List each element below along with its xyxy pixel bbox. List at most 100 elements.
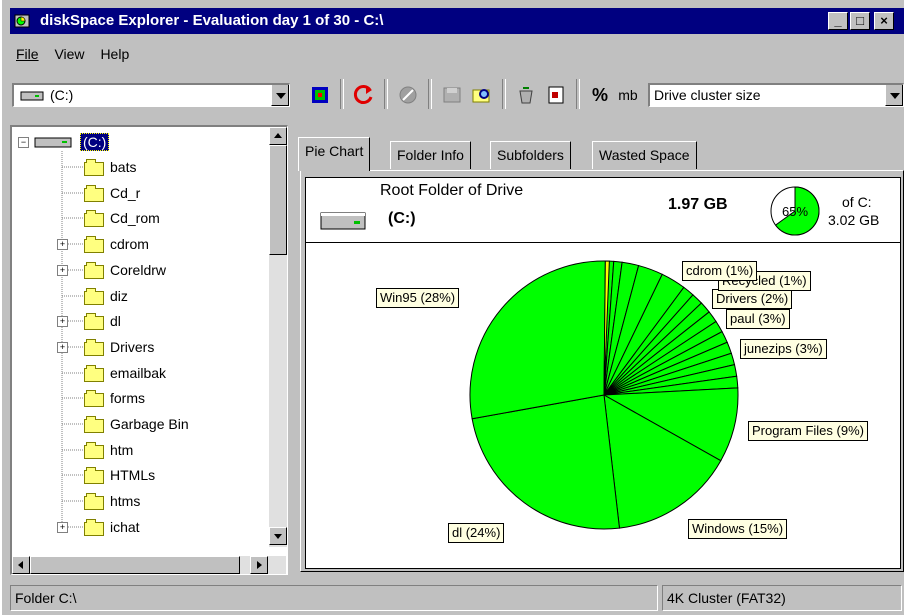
tree-item[interactable]: + Drivers: [12, 337, 266, 361]
pie-chart-area: Win95 (28%) dl (24%) Windows (15%) Progr…: [305, 243, 901, 569]
stop-button[interactable]: [394, 81, 422, 109]
recycle-bin-button[interactable]: [512, 81, 540, 109]
tree-item[interactable]: Garbage Bin: [12, 414, 266, 438]
find-icon: [472, 89, 490, 103]
tree-root-label[interactable]: (C:): [80, 133, 110, 151]
folder-tree[interactable]: − (C:) bats Cd_r Cd_rom + cdrom + Coreldrw diz +…: [10, 125, 288, 575]
minimize-button[interactable]: _: [828, 12, 848, 30]
expand-icon[interactable]: +: [57, 316, 68, 328]
folder-icon: [84, 184, 104, 202]
tree-item[interactable]: bats: [12, 157, 266, 181]
detail-panel: Pie Chart Folder Info Subfolders Wasted …: [292, 125, 904, 575]
drive-combo-dropdown-icon[interactable]: [271, 85, 289, 106]
folder-icon: [84, 416, 104, 433]
menu-help[interactable]: Help: [94, 44, 135, 64]
drive-combo[interactable]: (C:): [12, 83, 290, 107]
toolbar-separator: [502, 79, 506, 109]
slice-label: Drivers (2%): [712, 289, 793, 309]
tree-item-label: htm: [110, 441, 134, 458]
status-cluster: 4K Cluster (FAT32): [662, 585, 902, 611]
maximize-button[interactable]: □: [850, 12, 870, 30]
tab-pie-chart[interactable]: Pie Chart: [298, 137, 371, 171]
folder-icon: [84, 159, 104, 176]
slice-label: dl (24%): [448, 523, 505, 543]
folder-icon: [84, 364, 104, 382]
tree-item-label: Drivers: [110, 338, 155, 355]
properties-button[interactable]: [542, 81, 570, 109]
tree-item[interactable]: HTMLs: [12, 465, 266, 489]
folder-icon: [84, 236, 104, 254]
tree-item[interactable]: forms: [12, 388, 266, 412]
tree-item-label: Cd_rom: [110, 210, 160, 227]
tree-item[interactable]: htm: [12, 440, 266, 464]
tree-item[interactable]: Cd_rom: [12, 208, 266, 232]
folder-icon: [84, 313, 104, 331]
menu-view[interactable]: View: [48, 44, 90, 64]
folder-icon: [84, 261, 104, 279]
status-folder: Folder C:\: [10, 585, 658, 611]
tab-subfolders[interactable]: Subfolders: [490, 141, 571, 169]
toolbar-separator: [576, 79, 580, 109]
tree-item-label: dl: [110, 313, 121, 330]
tree-item[interactable]: diz: [12, 286, 266, 310]
window-title: diskSpace Explorer - Evaluation day 1 of…: [40, 12, 384, 29]
drive-map-button[interactable]: [306, 81, 334, 109]
tree-horizontal-scrollbar[interactable]: [12, 556, 286, 574]
scroll-up-icon[interactable]: [269, 127, 287, 145]
scroll-right-icon[interactable]: [250, 556, 268, 574]
tab-folder-info[interactable]: Folder Info: [390, 141, 471, 169]
toolbar-separator: [384, 79, 388, 109]
tab-wasted-space[interactable]: Wasted Space: [592, 141, 697, 169]
folder-icon: [84, 287, 104, 305]
tree-item[interactable]: + cdrom: [12, 234, 266, 258]
toolbar: (C:) % mb Drive cluster size: [10, 75, 904, 115]
tree-item-label: emailbak: [110, 364, 167, 381]
expand-icon[interactable]: +: [57, 341, 68, 353]
mb-button[interactable]: mb: [614, 81, 642, 109]
summary-title: Root Folder of Drive: [380, 182, 524, 199]
tree-item[interactable]: + ichat: [12, 517, 266, 541]
app-icon: [14, 14, 30, 28]
expand-icon[interactable]: +: [57, 521, 68, 533]
folder-icon: [84, 493, 104, 511]
folder-icon: [84, 441, 104, 459]
close-button[interactable]: ×: [874, 12, 894, 30]
pie-slice[interactable]: [469, 260, 606, 420]
of-drive-label: of C:: [842, 194, 872, 210]
slice-label: cdrom (1%): [682, 261, 758, 281]
tree-item[interactable]: + Coreldrw: [12, 260, 266, 284]
size-mode-combo[interactable]: Drive cluster size: [648, 83, 904, 107]
tree-item-label: Cd_r: [110, 184, 141, 201]
tree-item[interactable]: + dl: [12, 311, 266, 335]
toolbar-separator: [428, 79, 432, 109]
tree-item[interactable]: Cd_r: [12, 183, 266, 207]
menu-file[interactable]: File: [10, 44, 45, 64]
tree-item-label: Coreldrw: [110, 261, 167, 278]
tree-item[interactable]: htms: [12, 491, 266, 515]
horizontal-scroll-thumb[interactable]: [30, 556, 240, 574]
title-bar[interactable]: diskSpace Explorer - Evaluation day 1 of…: [10, 8, 904, 34]
tree-item-label: htms: [110, 493, 141, 510]
percent-button[interactable]: %: [586, 81, 614, 109]
slice-label: Win95 (28%): [376, 288, 460, 308]
expand-icon[interactable]: +: [57, 239, 68, 251]
scroll-down-icon[interactable]: [269, 527, 287, 545]
hard-drive-icon: [320, 212, 366, 230]
tree-item-label: forms: [110, 390, 145, 407]
tree-vertical-scrollbar[interactable]: [269, 127, 287, 547]
expand-icon[interactable]: +: [57, 264, 68, 276]
pie-chart-page: Root Folder of Drive (C:) 1.97 GB 65% of…: [300, 170, 904, 572]
drive-map-icon: [312, 87, 328, 103]
folder-icon: [84, 338, 104, 356]
find-button[interactable]: [468, 81, 496, 109]
tree-item[interactable]: emailbak: [12, 363, 266, 387]
slice-label: paul (3%): [726, 309, 790, 329]
save-button[interactable]: [438, 81, 466, 109]
scroll-left-icon[interactable]: [12, 556, 30, 574]
app-window: diskSpace Explorer - Evaluation day 1 of…: [0, 0, 904, 615]
size-mode-dropdown-icon[interactable]: [885, 85, 903, 106]
scroll-thumb[interactable]: [269, 145, 287, 255]
tree-item-label: ichat: [110, 518, 140, 535]
refresh-button[interactable]: [350, 81, 378, 109]
folder-icon: [84, 390, 104, 408]
